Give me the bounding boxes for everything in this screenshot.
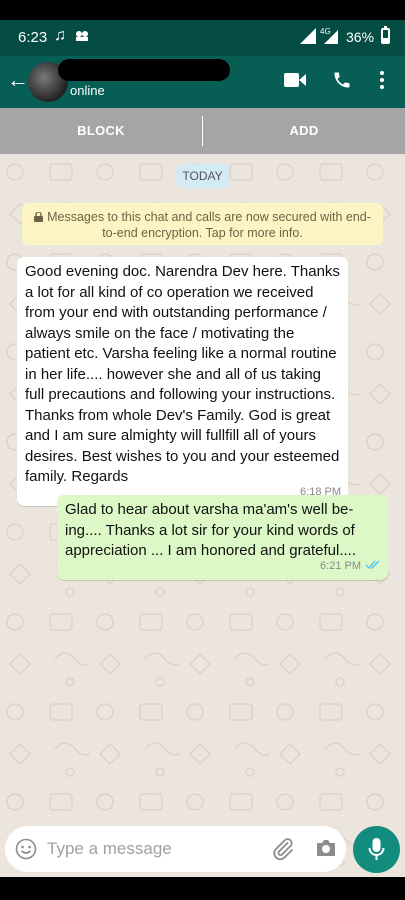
contact-status: online — [70, 83, 105, 98]
outgoing-message[interactable]: Glad to hear about varsha ma'am's well b… — [57, 495, 388, 580]
back-arrow-icon[interactable]: ← — [6, 68, 30, 92]
chat-area[interactable]: TODAY Messages to this chat and calls ar… — [0, 154, 405, 877]
message-time: 6:21 PM — [320, 560, 361, 572]
mic-icon — [368, 838, 385, 860]
encryption-notice-text: Messages to this chat and calls are now … — [47, 210, 371, 240]
nbc-icon — [76, 31, 88, 41]
message-meta: 6:21 PM — [320, 556, 381, 577]
battery-level — [383, 37, 388, 42]
unknown-contact-actions: BLOCK ADD — [0, 108, 405, 154]
video-call-icon[interactable] — [284, 72, 306, 88]
music-note-icon: ♫ — [54, 27, 66, 44]
status-bar-top — [0, 0, 405, 20]
status-time: 6:23 — [18, 29, 48, 46]
phone-icon[interactable] — [332, 70, 352, 90]
message-text: Good evening doc. Narendra Dev here. Tha… — [25, 263, 340, 485]
add-contact-button[interactable]: ADD — [203, 108, 405, 154]
camera-icon[interactable] — [316, 839, 336, 857]
cell-signal-icon — [324, 30, 338, 44]
system-nav-bar — [0, 877, 405, 900]
double-check-icon — [365, 560, 380, 570]
block-button[interactable]: BLOCK — [0, 108, 202, 154]
chat-header: ← online — [0, 56, 405, 108]
encryption-notice[interactable]: Messages to this chat and calls are now … — [22, 203, 383, 245]
battery-percent: 36% — [346, 29, 375, 45]
incoming-message[interactable]: Good evening doc. Narendra Dev here. Tha… — [17, 257, 348, 506]
status-bar: 6:23 ♫ 4G 36% — [0, 20, 405, 56]
mic-button[interactable] — [353, 826, 400, 873]
date-chip: TODAY — [176, 164, 229, 188]
emoji-icon[interactable] — [15, 838, 37, 860]
battery-icon — [381, 26, 390, 44]
contact-name-redacted[interactable] — [58, 59, 230, 81]
message-input[interactable] — [47, 834, 267, 864]
more-vert-icon[interactable] — [378, 70, 386, 90]
wifi-signal-icon — [300, 28, 316, 44]
message-text: Glad to hear about varsha ma'am's well b… — [65, 501, 357, 559]
attach-icon[interactable] — [271, 837, 295, 861]
message-composer — [5, 826, 346, 872]
lock-icon — [34, 212, 44, 222]
